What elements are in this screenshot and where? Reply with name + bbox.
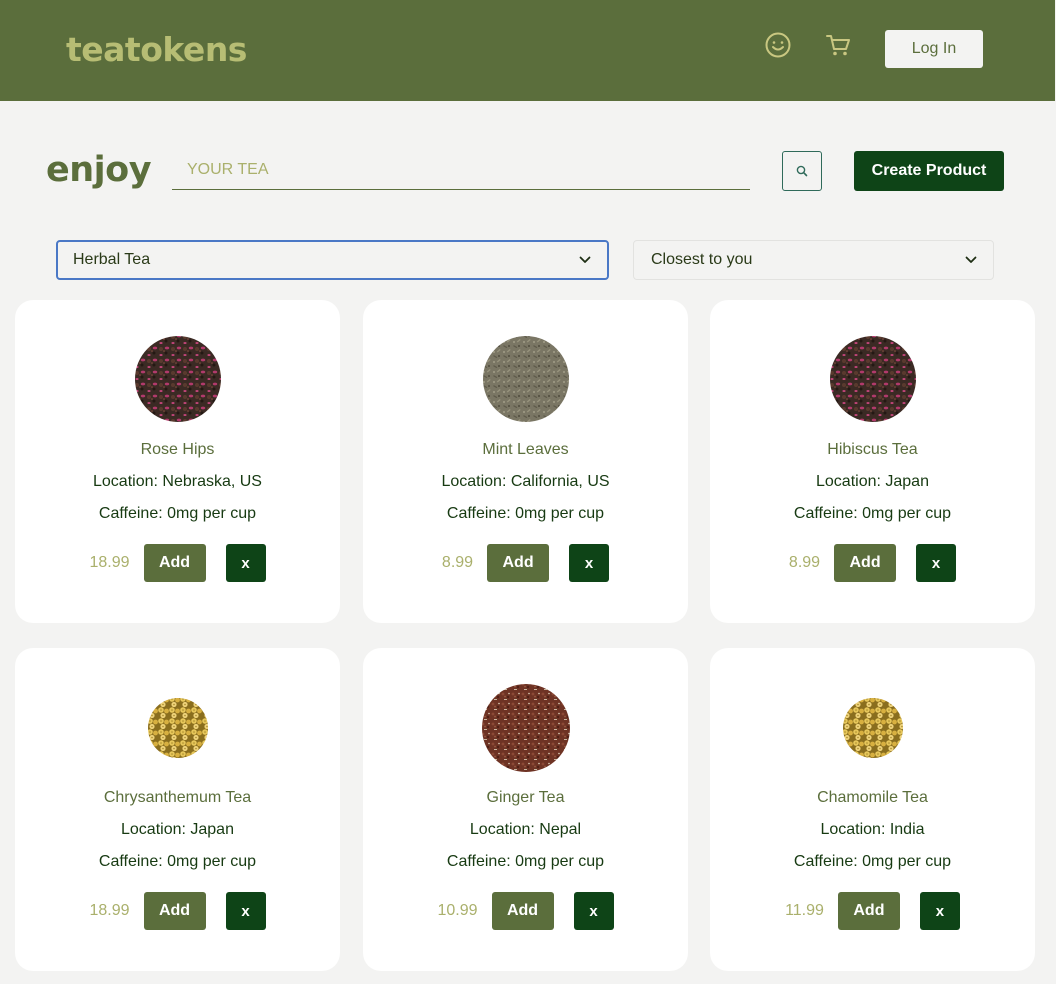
product-actions: 11.99 Add x [710, 892, 1035, 930]
product-location: Location: California, US [441, 473, 610, 490]
product-price: 11.99 [785, 902, 824, 919]
product-name: Ginger Tea [486, 789, 565, 806]
tea-hibiscus-image [829, 336, 916, 422]
category-select-value: Herbal Tea [73, 251, 151, 268]
product-name: Mint Leaves [482, 441, 569, 458]
product-name: Chamomile Tea [817, 789, 928, 806]
product-actions: 10.99 Add x [363, 892, 688, 930]
sort-select[interactable]: Closest to you [633, 240, 994, 280]
chevron-down-icon [579, 256, 591, 263]
product-price: 8.99 [788, 554, 821, 571]
product-price: 18.99 [89, 554, 130, 571]
page-heading: enjoy [46, 150, 152, 190]
profile-smiley-icon[interactable] [763, 30, 793, 60]
search-button[interactable] [782, 151, 822, 191]
tea-rose-hips-image [134, 336, 221, 422]
product-card: Chamomile Tea Location: India Caffeine: … [710, 648, 1035, 971]
product-actions: 18.99 Add x [15, 544, 340, 582]
create-product-button[interactable]: Create Product [854, 151, 1004, 191]
product-name: Rose Hips [140, 441, 215, 458]
product-caffeine: Caffeine: 0mg per cup [98, 853, 257, 870]
product-card: Rose Hips Location: Nebraska, US Caffein… [15, 300, 340, 623]
product-caffeine: Caffeine: 0mg per cup [793, 853, 952, 870]
add-to-cart-button[interactable]: Add [837, 892, 900, 930]
tea-chamomile-image [842, 698, 903, 758]
product-location: Location: Japan [121, 821, 234, 838]
product-price: 10.99 [437, 902, 478, 919]
product-actions: 8.99 Add x [363, 544, 688, 582]
product-location: Location: Japan [816, 473, 929, 490]
product-name: Hibiscus Tea [827, 441, 918, 458]
remove-button[interactable]: x [573, 892, 614, 930]
add-to-cart-button[interactable]: Add [487, 544, 550, 582]
product-card: Mint Leaves Location: California, US Caf… [363, 300, 688, 623]
remove-button[interactable]: x [225, 892, 266, 930]
top-nav: teatokens Log In [0, 0, 1055, 101]
login-button[interactable]: Log In [885, 30, 983, 68]
product-location: Location: Nepal [469, 821, 582, 838]
tea-mint-leaves-image [482, 336, 569, 422]
product-caffeine: Caffeine: 0mg per cup [446, 505, 605, 522]
search-input[interactable] [172, 150, 750, 190]
remove-button[interactable]: x [919, 892, 960, 930]
product-caffeine: Caffeine: 0mg per cup [793, 505, 952, 522]
product-card: Hibiscus Tea Location: Japan Caffeine: 0… [710, 300, 1035, 623]
product-price: 8.99 [441, 554, 474, 571]
product-price: 18.99 [89, 902, 130, 919]
category-select[interactable]: Herbal Tea [56, 240, 609, 280]
product-location: Location: Nebraska, US [93, 473, 262, 490]
product-name: Chrysanthemum Tea [103, 789, 252, 806]
add-to-cart-button[interactable]: Add [491, 892, 554, 930]
remove-button[interactable]: x [569, 544, 610, 582]
remove-button[interactable]: x [916, 544, 957, 582]
product-card: Ginger Tea Location: Nepal Caffeine: 0mg… [363, 648, 688, 971]
search-icon [796, 165, 808, 177]
product-actions: 18.99 Add x [15, 892, 340, 930]
add-to-cart-button[interactable]: Add [834, 544, 897, 582]
product-caffeine: Caffeine: 0mg per cup [446, 853, 605, 870]
tea-ginger-image [481, 684, 570, 772]
remove-button[interactable]: x [225, 544, 266, 582]
add-to-cart-button[interactable]: Add [143, 892, 206, 930]
add-to-cart-button[interactable]: Add [143, 544, 206, 582]
tea-chrysanthemum-image [147, 698, 208, 758]
product-actions: 8.99 Add x [710, 544, 1035, 582]
product-location: Location: India [820, 821, 925, 838]
chevron-down-icon [965, 256, 977, 263]
sort-select-value: Closest to you [651, 251, 753, 268]
product-caffeine: Caffeine: 0mg per cup [98, 505, 257, 522]
cart-icon[interactable] [823, 30, 853, 60]
product-card: Chrysanthemum Tea Location: Japan Caffei… [15, 648, 340, 971]
logo[interactable]: teatokens [66, 30, 247, 69]
